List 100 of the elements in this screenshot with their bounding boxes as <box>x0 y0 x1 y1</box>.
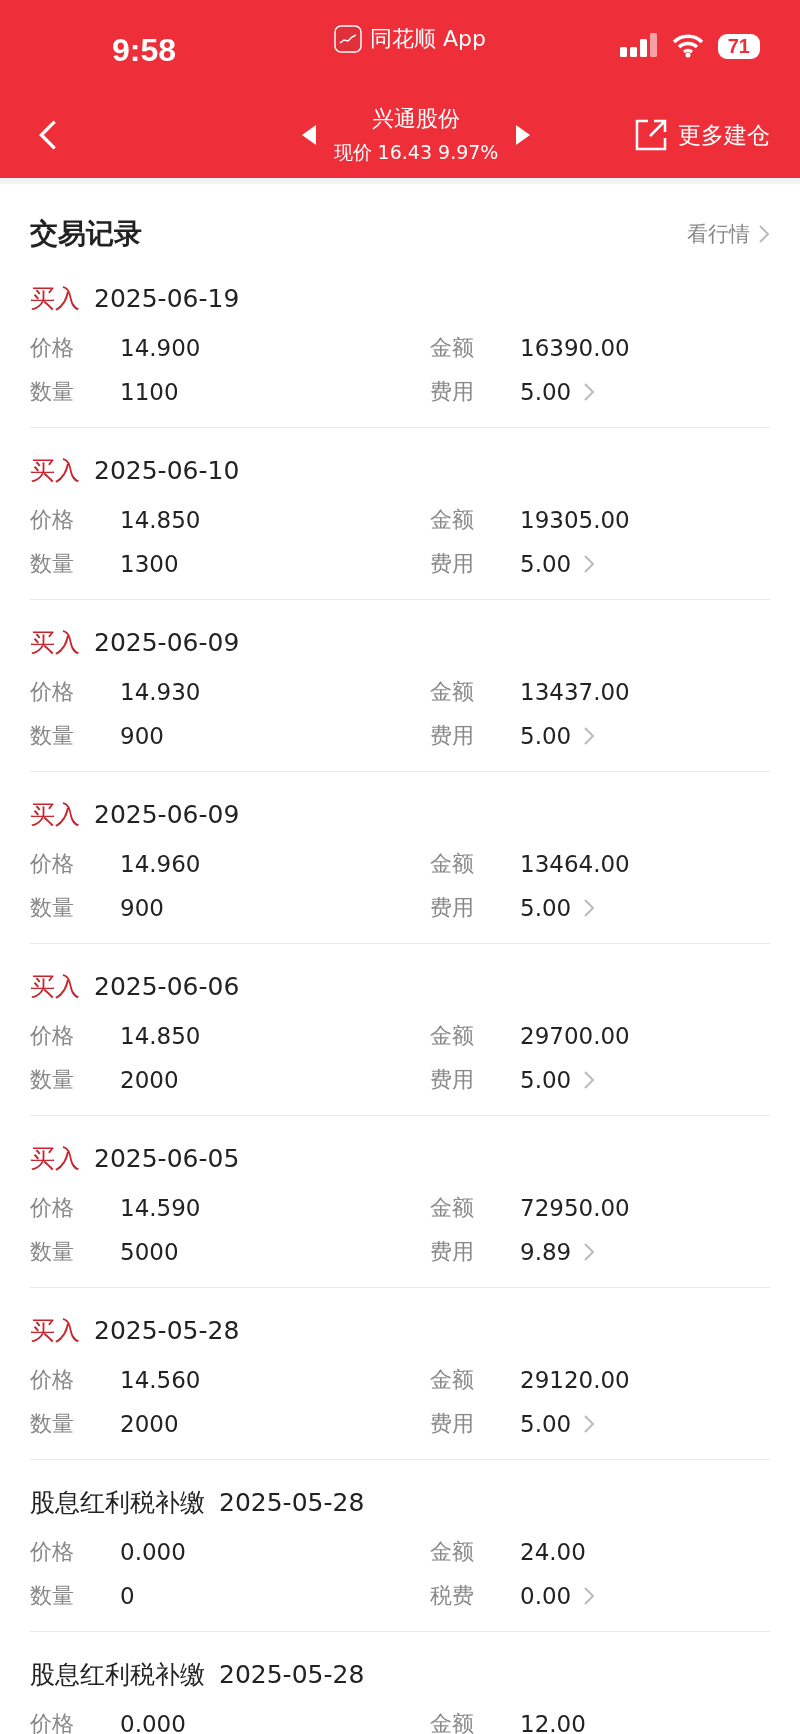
record-type: 买入 <box>30 1142 80 1175</box>
field-label: 费用 <box>430 1238 475 1266</box>
field-label: 金额 <box>430 1710 475 1734</box>
record-type: 股息红利税补缴 <box>30 1486 205 1519</box>
field-label: 费用 <box>430 550 475 578</box>
field-label: 价格 <box>30 506 75 534</box>
signal-icon <box>619 33 658 59</box>
section-title: 交易记录 <box>30 216 142 252</box>
field-value: 0.00 <box>520 1583 572 1609</box>
field-label: 费用 <box>430 894 475 922</box>
field-value: 16390.00 <box>520 335 630 361</box>
record-date: 2025-06-06 <box>94 971 240 1001</box>
field-value: 14.560 <box>120 1367 201 1393</box>
field-label: 金额 <box>430 506 475 534</box>
field-label: 价格 <box>30 334 75 362</box>
field-label: 数量 <box>30 1582 75 1610</box>
record-card[interactable]: 股息红利税补缴 2025-05-28 价格 0.000 金额 24.00 数量 0 税费 0.00 <box>30 1460 770 1632</box>
field-label: 数量 <box>30 722 75 750</box>
record-date: 2025-06-09 <box>94 799 240 829</box>
view-market-link[interactable]: 看行情 <box>687 220 770 248</box>
share-icon <box>634 118 668 152</box>
field-label: 价格 <box>30 678 75 706</box>
field-label: 费用 <box>430 1066 475 1094</box>
field-label: 价格 <box>30 1194 75 1222</box>
field-value: 24.00 <box>520 1539 586 1565</box>
field-value: 72950.00 <box>520 1195 630 1221</box>
battery-indicator: 71 <box>717 33 760 59</box>
chevron-right-icon <box>583 1586 596 1606</box>
field-label: 数量 <box>30 550 75 578</box>
record-date: 2025-05-28 <box>219 1487 365 1517</box>
field-label: 数量 <box>30 1238 75 1266</box>
chevron-right-icon <box>583 726 596 746</box>
chevron-right-icon <box>583 554 596 574</box>
field-value: 900 <box>120 723 164 749</box>
record-date: 2025-06-10 <box>94 455 240 485</box>
stock-quote: 现价 16.43 9.97% <box>333 140 499 165</box>
previous-triangle-icon[interactable] <box>301 125 316 145</box>
chevron-right-icon <box>583 1414 596 1434</box>
record-card[interactable]: 买入 2025-05-28 价格 14.560 金额 29120.00 数量 2000 费用 5.00 <box>30 1288 770 1460</box>
app-name: 同花顺 App <box>370 25 486 53</box>
field-label: 数量 <box>30 1066 75 1094</box>
wifi-icon <box>671 34 704 58</box>
field-value: 5.00 <box>520 551 572 577</box>
field-value: 14.960 <box>120 851 201 877</box>
field-value: 1100 <box>120 379 179 405</box>
field-value: 19305.00 <box>520 507 630 533</box>
field-value: 5000 <box>120 1239 179 1265</box>
field-value: 29120.00 <box>520 1367 630 1393</box>
field-label: 数量 <box>30 1410 75 1438</box>
field-value: 5.00 <box>520 1067 572 1093</box>
record-date: 2025-05-28 <box>219 1659 365 1689</box>
field-value: 5.00 <box>520 895 572 921</box>
record-type: 买入 <box>30 282 80 315</box>
field-label: 金额 <box>430 1366 475 1394</box>
record-type: 买入 <box>30 970 80 1003</box>
field-value: 14.930 <box>120 679 201 705</box>
record-card[interactable]: 买入 2025-06-19 价格 14.900 金额 16390.00 数量 1100 费用 5.00 <box>30 256 770 428</box>
field-label: 金额 <box>430 850 475 878</box>
next-triangle-icon[interactable] <box>516 125 531 145</box>
record-date: 2025-06-05 <box>94 1143 240 1173</box>
field-value: 14.590 <box>120 1195 201 1221</box>
record-date: 2025-06-09 <box>94 627 240 657</box>
chevron-right-icon <box>758 224 770 244</box>
record-card[interactable]: 买入 2025-06-10 价格 14.850 金额 19305.00 数量 1300 费用 5.00 <box>30 428 770 600</box>
field-value: 9.89 <box>520 1239 572 1265</box>
field-label: 金额 <box>430 334 475 362</box>
chevron-right-icon <box>583 898 596 918</box>
field-label: 价格 <box>30 1538 75 1566</box>
field-value: 5.00 <box>520 379 572 405</box>
record-date: 2025-05-28 <box>94 1315 240 1345</box>
record-card[interactable]: 买入 2025-06-06 价格 14.850 金额 29700.00 数量 2000 费用 5.00 <box>30 944 770 1116</box>
chevron-right-icon <box>583 1242 596 1262</box>
chevron-right-icon <box>583 1070 596 1090</box>
field-value: 29700.00 <box>520 1023 630 1049</box>
record-card[interactable]: 买入 2025-06-09 价格 14.930 金额 13437.00 数量 900 费用 5.00 <box>30 600 770 772</box>
field-value: 0.000 <box>120 1539 186 1565</box>
record-card[interactable]: 买入 2025-06-05 价格 14.590 金额 72950.00 数量 5000 费用 9.89 <box>30 1116 770 1288</box>
record-type: 股息红利税补缴 <box>30 1658 205 1691</box>
record-type: 买入 <box>30 1314 80 1347</box>
field-label: 数量 <box>30 894 75 922</box>
record-type: 买入 <box>30 454 80 487</box>
field-value: 1300 <box>120 551 179 577</box>
field-label: 费用 <box>430 378 475 406</box>
field-label: 费用 <box>430 1410 475 1438</box>
field-label: 价格 <box>30 1366 75 1394</box>
record-type: 买入 <box>30 626 80 659</box>
record-card[interactable]: 买入 2025-06-09 价格 14.960 金额 13464.00 数量 900 费用 5.00 <box>30 772 770 944</box>
more-position-button[interactable]: 更多建仓 <box>634 118 770 152</box>
field-value: 14.850 <box>120 507 201 533</box>
field-label: 金额 <box>430 1194 475 1222</box>
field-value: 12.00 <box>520 1711 586 1734</box>
field-value: 13464.00 <box>520 851 630 877</box>
field-label: 金额 <box>430 1022 475 1050</box>
field-label: 税费 <box>430 1582 475 1610</box>
app-logo-icon <box>334 25 362 53</box>
clock-time: 9:58 <box>112 31 177 69</box>
field-value: 14.850 <box>120 1023 201 1049</box>
record-card[interactable]: 股息红利税补缴 2025-05-28 价格 0.000 金额 12.00 <box>30 1632 770 1734</box>
field-label: 数量 <box>30 378 75 406</box>
field-value: 5.00 <box>520 723 572 749</box>
